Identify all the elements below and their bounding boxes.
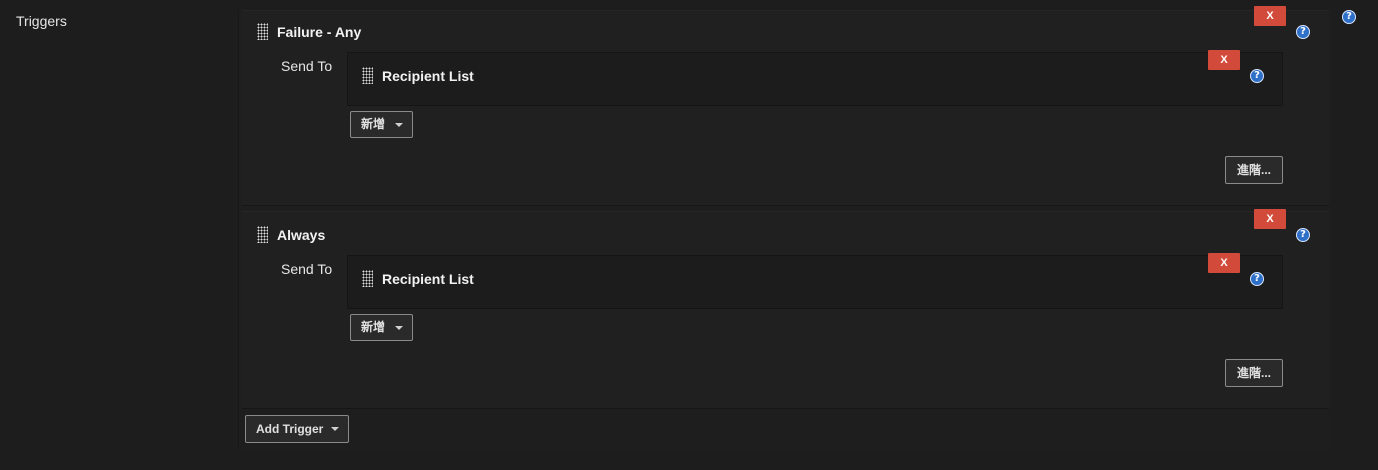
help-icon[interactable]: ? [1250,69,1264,83]
send-to-label: Send To [281,261,333,277]
add-recipient-button[interactable]: 新增 [350,111,413,138]
remove-trigger-button[interactable]: X [1254,209,1286,229]
drag-handle-icon[interactable] [362,270,373,287]
help-icon[interactable]: ? [1296,228,1310,242]
trigger-title: Always [277,227,326,243]
help-icon[interactable]: ? [1342,10,1356,24]
advanced-button[interactable]: 進階... [1225,156,1283,184]
add-recipient-label: 新增 [361,117,386,131]
recipient-list-box [347,255,1283,309]
recipient-title: Recipient List [382,271,474,287]
add-trigger-button[interactable]: Add Trigger [245,415,349,443]
add-trigger-label: Add Trigger [256,422,324,436]
advanced-button[interactable]: 進階... [1225,359,1283,387]
drag-handle-icon[interactable] [257,226,268,243]
add-recipient-label: 新增 [361,320,386,334]
drag-handle-icon[interactable] [362,67,373,84]
remove-recipient-button[interactable]: X [1208,253,1240,273]
send-to-label: Send To [281,58,333,74]
chevron-down-icon [395,326,403,330]
add-recipient-button[interactable]: 新增 [350,314,413,341]
trigger-title: Failure - Any [277,24,362,40]
triggers-label: Triggers [16,13,67,29]
drag-handle-icon[interactable] [257,23,268,40]
help-icon[interactable]: ? [1250,272,1264,286]
remove-trigger-button[interactable]: X [1254,6,1286,26]
chevron-down-icon [395,123,403,127]
remove-recipient-button[interactable]: X [1208,50,1240,70]
trigger-block-failure-any [242,10,1329,206]
trigger-block-always [242,211,1329,409]
chevron-down-icon [331,427,339,431]
recipient-title: Recipient List [382,68,474,84]
help-icon[interactable]: ? [1296,25,1310,39]
recipient-list-box [347,52,1283,106]
